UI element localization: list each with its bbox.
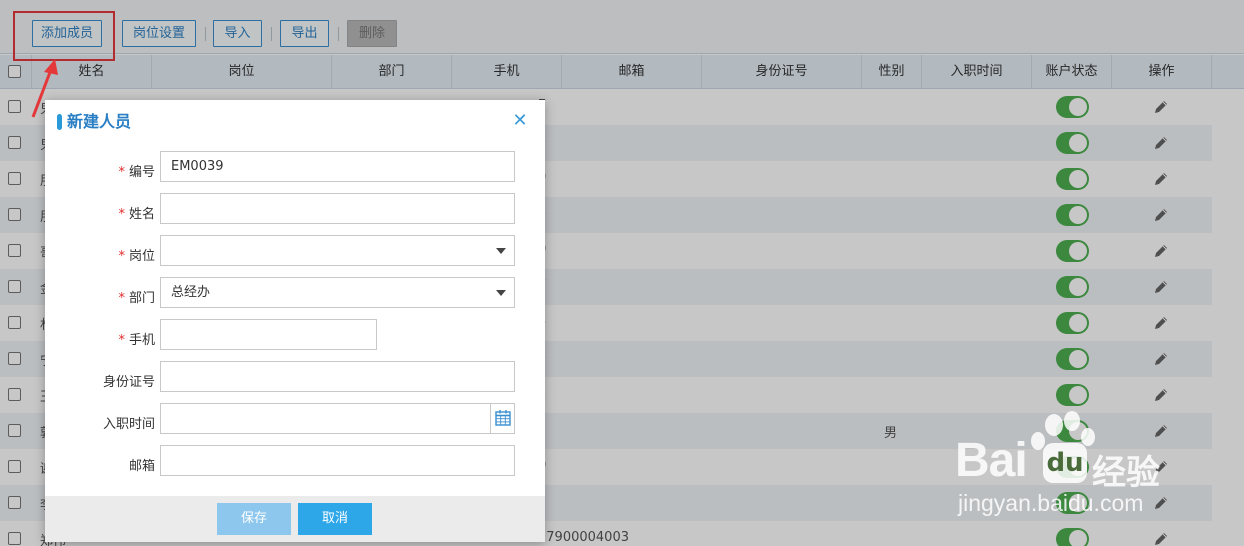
dialog-footer: 保存 取消 <box>45 496 545 542</box>
dialog-title: 新建人员 <box>57 110 131 134</box>
name-label: * 姓名 <box>118 207 155 222</box>
department-select[interactable]: 总经办 <box>160 277 515 308</box>
title-accent-bar <box>57 114 62 130</box>
name-field[interactable] <box>160 193 515 224</box>
watermark-du: du <box>1043 443 1087 483</box>
phone-label: * 手机 <box>118 333 155 348</box>
new-person-dialog: 新建人员 ✕ * 编号 EM0039 * 姓名 * 岗位 * 部门 总经办 * 手机 身份… <box>45 100 545 542</box>
phone-field[interactable] <box>160 319 377 350</box>
baidu-jingyan-watermark: Bai du 经验 jingyan.baidu.com <box>950 405 1190 525</box>
calendar-icon[interactable] <box>490 404 514 433</box>
watermark-url: jingyan.baidu.com <box>958 490 1144 516</box>
email-field[interactable] <box>160 445 515 476</box>
code-field[interactable]: EM0039 <box>160 151 515 182</box>
close-icon[interactable]: ✕ <box>511 110 529 132</box>
idcard-field[interactable] <box>160 361 515 392</box>
email-label: 邮箱 <box>128 459 155 474</box>
watermark-brand: Bai <box>955 434 1028 487</box>
cancel-button[interactable]: 取消 <box>298 503 372 535</box>
watermark-jingyan: 经验 <box>1092 453 1160 493</box>
hire-date-label: 入职时间 <box>102 417 155 432</box>
position-label: * 岗位 <box>118 249 155 264</box>
code-label: * 编号 <box>118 165 155 180</box>
idcard-label: 身份证号 <box>102 375 155 390</box>
chevron-down-icon <box>496 248 506 254</box>
save-button[interactable]: 保存 <box>217 503 291 535</box>
hire-date-field[interactable] <box>160 403 515 434</box>
department-label: * 部门 <box>118 291 155 306</box>
dialog-title-text: 新建人员 <box>67 112 132 131</box>
chevron-down-icon <box>496 290 506 296</box>
position-select[interactable] <box>160 235 515 266</box>
